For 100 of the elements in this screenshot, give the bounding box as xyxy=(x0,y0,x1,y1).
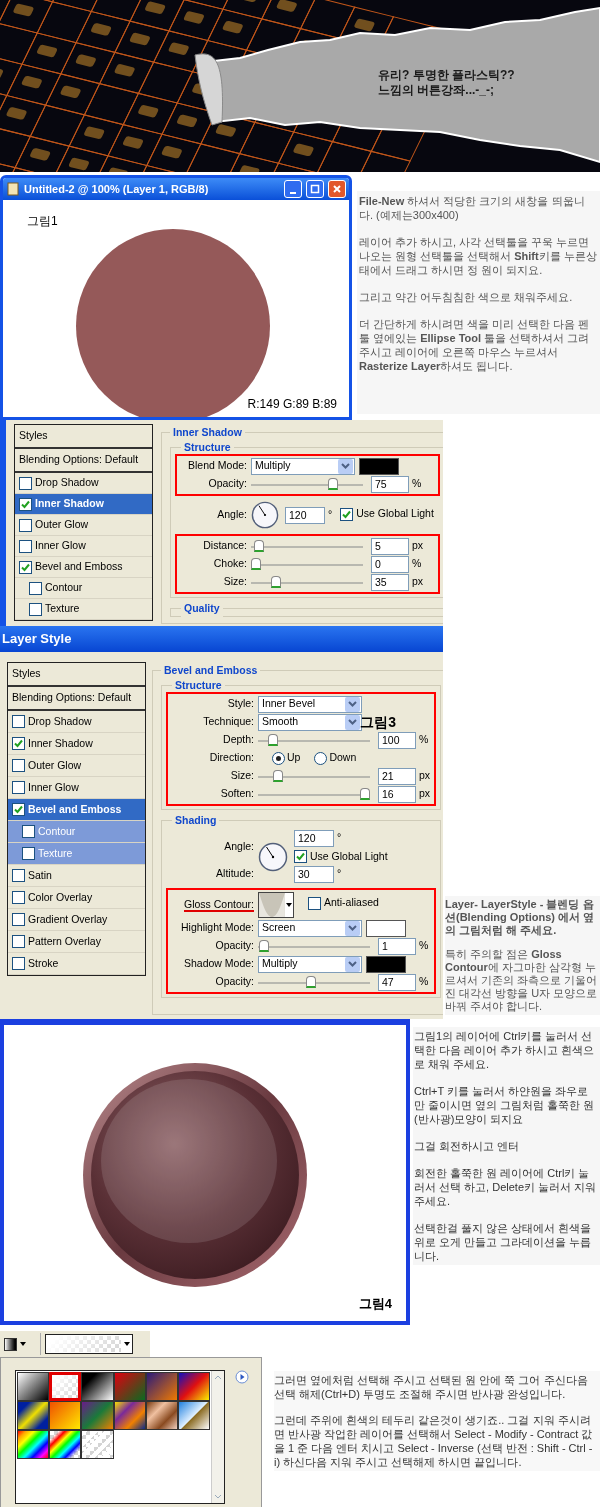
gradient-preview-dropdown[interactable] xyxy=(45,1334,133,1354)
gradient-swatch[interactable] xyxy=(17,1401,50,1430)
gradient-swatch[interactable] xyxy=(17,1372,50,1401)
checkbox[interactable] xyxy=(19,560,32,574)
number-field[interactable]: 21 xyxy=(378,767,416,785)
number-field[interactable]: 0 xyxy=(371,555,409,573)
gradient-swatch[interactable] xyxy=(177,1401,210,1430)
number-field[interactable]: 1 xyxy=(378,937,416,955)
color-swatch[interactable] xyxy=(366,955,406,973)
slider-track[interactable] xyxy=(258,976,370,988)
number-field[interactable]: 30 xyxy=(294,865,334,883)
number-field[interactable]: 120 xyxy=(294,829,334,847)
style-list-item[interactable]: Color Overlay xyxy=(8,887,145,909)
slider-track[interactable] xyxy=(258,734,370,746)
slider-thumb[interactable] xyxy=(268,734,279,746)
radio-button[interactable] xyxy=(314,751,328,765)
color-swatch[interactable] xyxy=(359,457,399,475)
style-list-item[interactable]: Pattern Overlay xyxy=(8,931,145,953)
style-list-item[interactable]: Stroke xyxy=(8,953,145,975)
gradient-swatch[interactable] xyxy=(177,1372,210,1401)
angle-dial[interactable] xyxy=(258,842,288,872)
number-field[interactable]: 35 xyxy=(371,573,409,591)
style-list-item[interactable]: Bevel and Emboss xyxy=(8,799,145,821)
slider-thumb[interactable] xyxy=(305,976,316,988)
styles-list-header[interactable]: Styles xyxy=(15,425,152,449)
slider-thumb[interactable] xyxy=(273,770,284,782)
checkbox[interactable] xyxy=(19,539,32,553)
checkbox[interactable] xyxy=(12,759,25,772)
number-field[interactable]: 5 xyxy=(371,537,409,555)
gradient-swatch[interactable] xyxy=(49,1430,82,1459)
slider-thumb[interactable] xyxy=(259,940,269,952)
dropdown[interactable]: Multiply xyxy=(251,457,355,475)
checkbox[interactable] xyxy=(29,581,42,595)
checkbox[interactable] xyxy=(29,602,42,616)
styles-list-header[interactable]: Blending Options: Default xyxy=(15,449,152,473)
style-list-item[interactable]: Contour xyxy=(15,578,152,599)
number-field[interactable]: 16 xyxy=(378,785,416,803)
gradient-swatch[interactable] xyxy=(81,1401,114,1430)
checkbox[interactable] xyxy=(294,850,307,863)
dropdown[interactable]: Multiply xyxy=(258,955,362,973)
checkbox-option[interactable]: Use Global Light xyxy=(340,506,434,523)
radio-option[interactable]: Down xyxy=(314,750,357,766)
slider-track[interactable] xyxy=(258,770,370,782)
style-list-item[interactable]: Inner Shadow xyxy=(8,733,145,755)
checkbox[interactable] xyxy=(19,518,32,532)
style-list-item[interactable]: Gradient Overlay xyxy=(8,909,145,931)
checkbox[interactable] xyxy=(22,847,35,860)
gradient-swatch[interactable] xyxy=(145,1372,178,1401)
slider-thumb[interactable] xyxy=(251,558,261,570)
checkbox[interactable] xyxy=(12,913,25,926)
checkbox[interactable] xyxy=(12,715,25,728)
angle-dial[interactable] xyxy=(251,501,279,529)
slider-track[interactable] xyxy=(251,540,363,552)
styles-list-header[interactable]: Blending Options: Default xyxy=(8,687,145,711)
gradient-swatch[interactable] xyxy=(49,1372,82,1401)
checkbox[interactable] xyxy=(12,803,25,816)
slider-thumb[interactable] xyxy=(327,478,338,490)
checkbox[interactable] xyxy=(19,497,32,511)
gradient-swatch[interactable] xyxy=(17,1430,50,1459)
slider-track[interactable] xyxy=(258,940,370,952)
style-list-item[interactable]: Texture xyxy=(15,599,152,620)
checkbox-option[interactable]: Use Global Light xyxy=(294,848,388,865)
checkbox[interactable] xyxy=(340,507,354,521)
gradient-swatch[interactable] xyxy=(145,1401,178,1430)
checkbox-option[interactable]: Anti-aliased xyxy=(308,895,379,912)
slider-thumb[interactable] xyxy=(271,576,282,588)
checkbox[interactable] xyxy=(12,957,25,970)
gradient-swatch[interactable] xyxy=(113,1372,146,1401)
checkbox[interactable] xyxy=(12,935,25,948)
number-field[interactable]: 47 xyxy=(378,973,416,991)
style-list-item[interactable]: Bevel and Emboss xyxy=(15,557,152,578)
style-list-item[interactable]: Satin xyxy=(8,865,145,887)
gradient-swatch[interactable] xyxy=(81,1372,114,1401)
checkbox[interactable] xyxy=(12,869,25,882)
style-list-item[interactable]: Outer Glow xyxy=(8,755,145,777)
gradient-tool-button[interactable] xyxy=(4,1337,26,1351)
style-list-item[interactable]: Inner Glow xyxy=(15,536,152,557)
slider-thumb[interactable] xyxy=(360,788,370,800)
slider-track[interactable] xyxy=(251,558,363,570)
number-field[interactable]: 100 xyxy=(378,731,416,749)
styles-list-header[interactable]: Styles xyxy=(8,663,145,687)
minimize-button[interactable] xyxy=(284,180,302,198)
style-list-item[interactable]: Outer Glow xyxy=(15,515,152,536)
slider-track[interactable] xyxy=(251,478,363,490)
gradient-swatch[interactable] xyxy=(113,1401,146,1430)
style-list-item[interactable]: Inner Shadow xyxy=(15,494,152,515)
slider-track[interactable] xyxy=(258,788,370,800)
dropdown[interactable]: Screen xyxy=(258,919,362,937)
checkbox[interactable] xyxy=(12,781,25,794)
style-list-item[interactable]: Drop Shadow xyxy=(8,711,145,733)
color-swatch[interactable] xyxy=(366,919,406,937)
checkbox[interactable] xyxy=(19,476,32,490)
gradient-swatch[interactable] xyxy=(81,1430,114,1459)
radio-option[interactable]: Up xyxy=(272,750,301,766)
radio-button[interactable] xyxy=(272,751,285,765)
dropdown[interactable]: Inner Bevel xyxy=(258,695,362,713)
checkbox[interactable] xyxy=(22,825,35,838)
panel-menu-icon[interactable] xyxy=(235,1370,249,1384)
contour-picker[interactable] xyxy=(258,892,294,918)
checkbox[interactable] xyxy=(12,737,25,750)
